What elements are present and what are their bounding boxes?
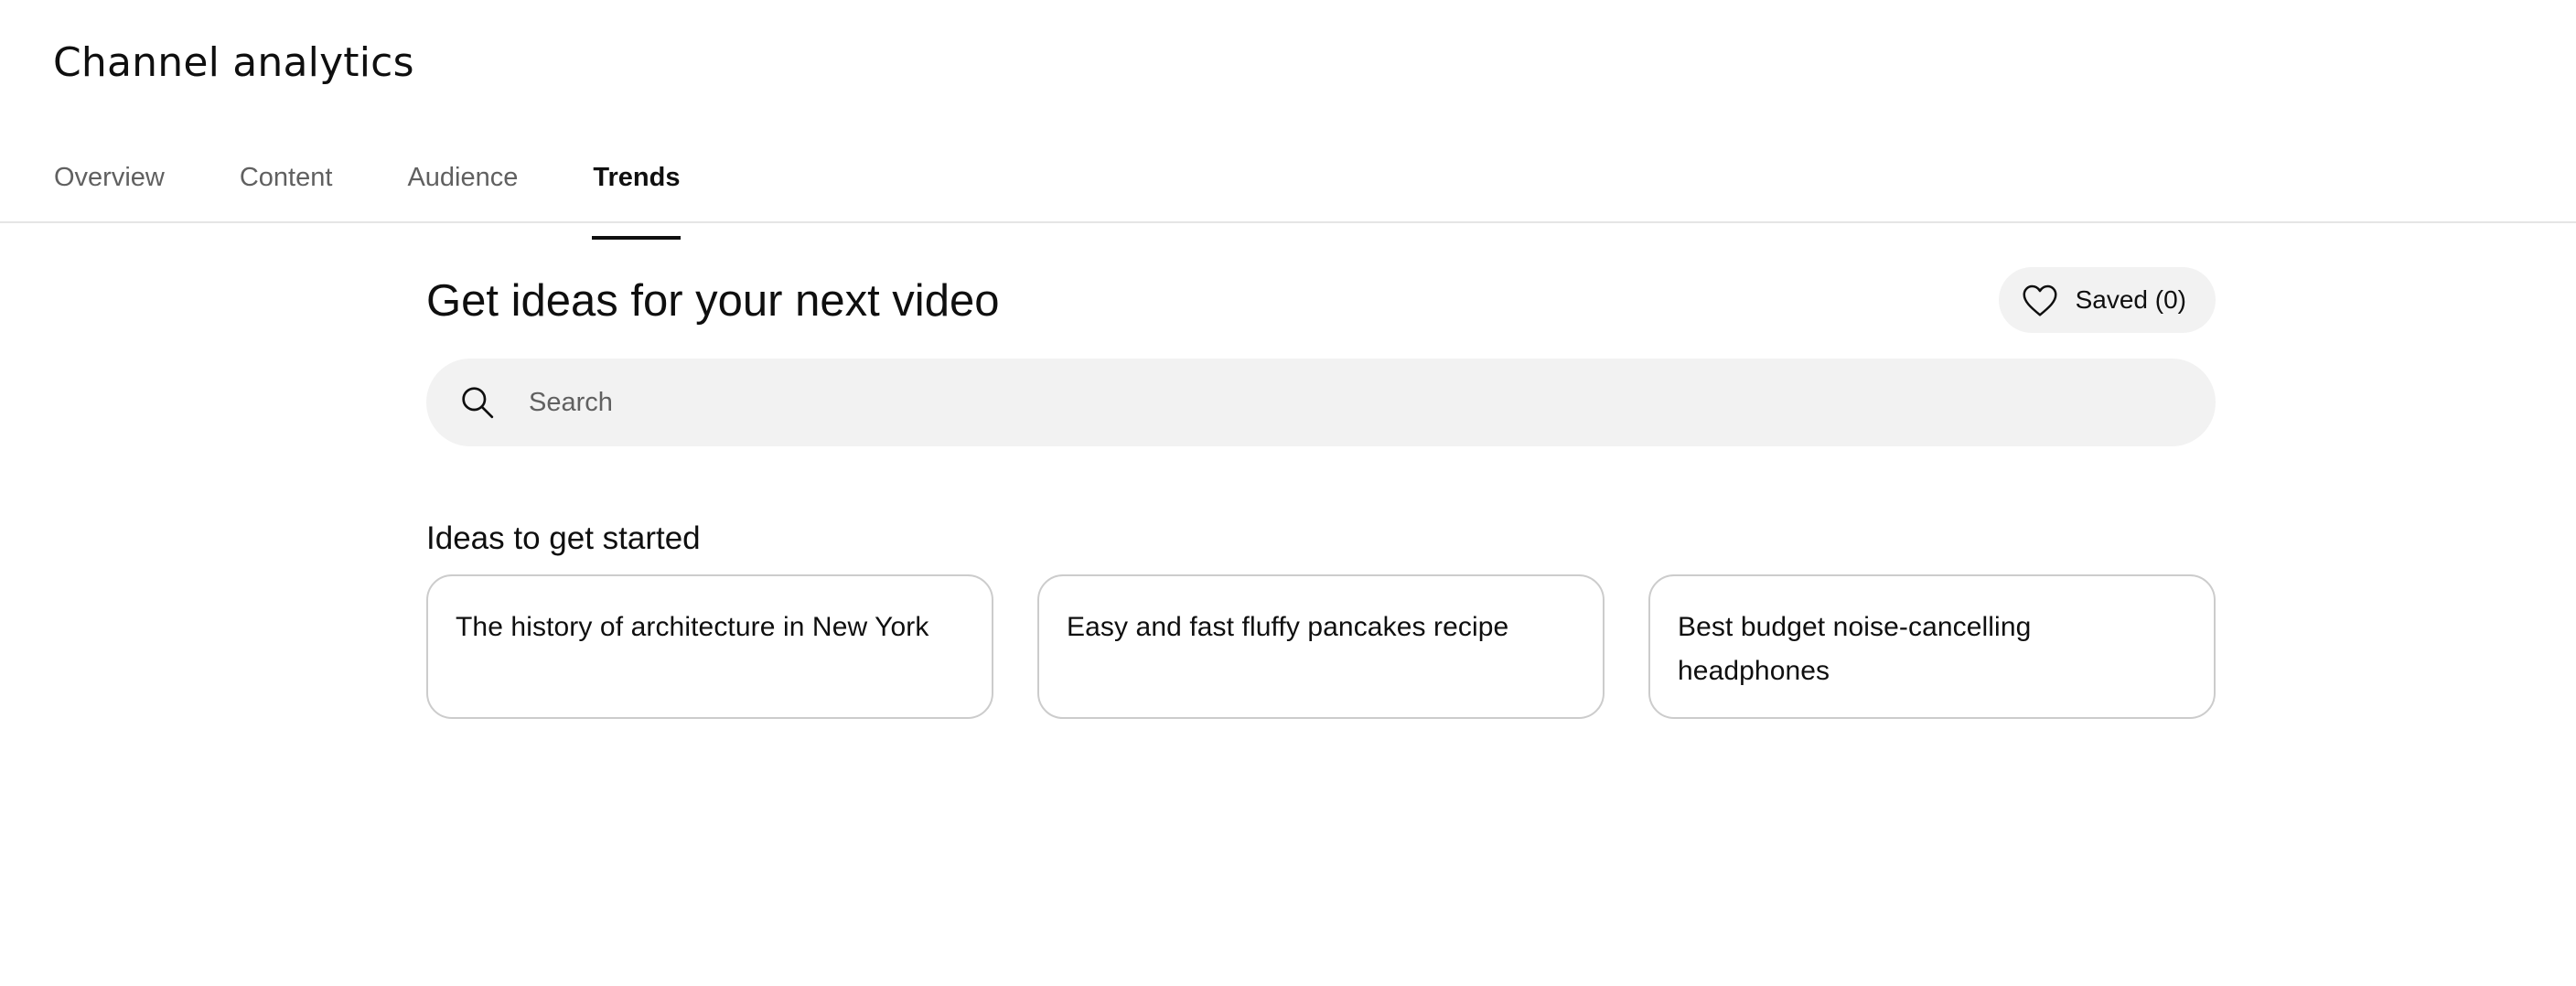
- tab-audience[interactable]: Audience: [406, 154, 519, 221]
- idea-card-label: Best budget noise-cancelling headphones: [1678, 612, 2032, 686]
- page-header: Channel analytics Overview Content Audie…: [0, 0, 2576, 240]
- search-icon: [459, 384, 496, 421]
- idea-card[interactable]: The history of architecture in New York: [426, 574, 993, 719]
- idea-card-label: The history of architecture in New York: [456, 612, 929, 642]
- tab-overview[interactable]: Overview: [53, 154, 166, 221]
- idea-cards: The history of architecture in New York …: [426, 574, 2216, 719]
- saved-button-label: Saved (0): [2075, 285, 2186, 314]
- heart-outline-icon: [2019, 279, 2061, 321]
- analytics-tabs: Overview Content Audience Trends: [53, 154, 682, 240]
- page-title: Channel analytics: [53, 39, 414, 86]
- ideas-section-title: Ideas to get started: [426, 520, 701, 556]
- ideas-headline: Get ideas for your next video: [426, 276, 1000, 326]
- tab-trends[interactable]: Trends: [592, 154, 682, 240]
- search-bar: [426, 359, 2216, 446]
- idea-card[interactable]: Easy and fast fluffy pancakes recipe: [1037, 574, 1605, 719]
- headline-row: Get ideas for your next video Saved (0): [426, 267, 2216, 335]
- saved-button[interactable]: Saved (0): [1998, 267, 2216, 333]
- idea-card[interactable]: Best budget noise-cancelling headphones: [1648, 574, 2216, 719]
- idea-card-label: Easy and fast fluffy pancakes recipe: [1067, 612, 1509, 642]
- tab-content[interactable]: Content: [239, 154, 334, 221]
- search-input[interactable]: [529, 359, 2175, 446]
